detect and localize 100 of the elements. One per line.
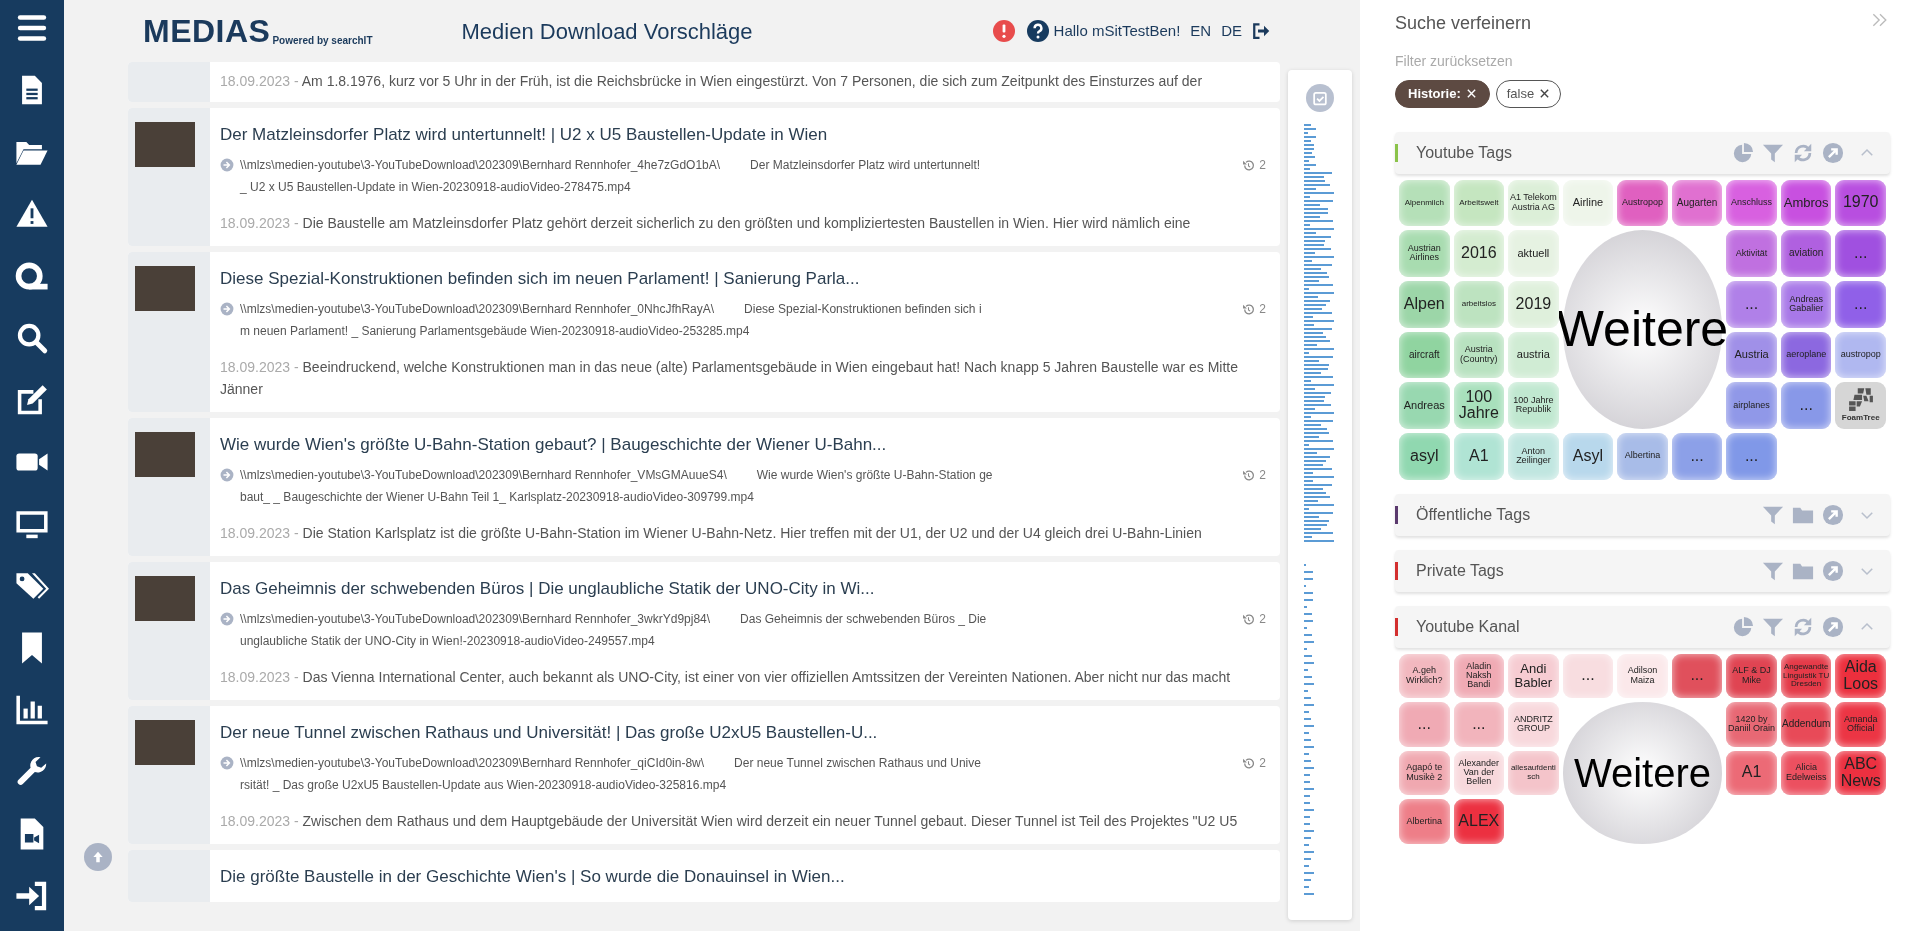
tag-tile[interactable]: 100 Jahre: [1453, 382, 1505, 429]
tag-tile[interactable]: ...: [1835, 280, 1886, 328]
section-header[interactable]: Öffentliche Tags: [1395, 493, 1890, 536]
tag-tile[interactable]: A.geh Wirklich?: [1399, 653, 1450, 698]
tag-tile[interactable]: ...: [1780, 382, 1832, 429]
tag-tile[interactable]: 2019: [1508, 280, 1559, 328]
tag-tile[interactable]: Asyl: [1562, 432, 1614, 480]
tag-tile[interactable]: Andreas: [1399, 382, 1450, 429]
tag-tile[interactable]: ...: [1726, 280, 1777, 328]
tag-tile[interactable]: Aida Loos: [1835, 653, 1886, 698]
tag-tile[interactable]: Austria (Country): [1453, 331, 1505, 379]
result-card[interactable]: Die größte Baustelle in der Geschichte Wien's | So wurde die Donauinsel in Wien...: [128, 850, 1280, 902]
tag-tile[interactable]: Alexander Van der Bellen: [1453, 750, 1505, 795]
arrow-circle-icon[interactable]: [220, 302, 234, 316]
tag-tile[interactable]: 1420 by Daniil Orain: [1726, 702, 1777, 747]
arrow-circle-icon[interactable]: [1822, 559, 1844, 582]
tag-tile[interactable]: Augarten: [1671, 179, 1723, 227]
edit-icon[interactable]: [15, 383, 49, 417]
tag-tile[interactable]: Austrian Airlines: [1399, 230, 1450, 277]
tag-tile[interactable]: Ambros: [1780, 179, 1832, 227]
tag-tile[interactable]: arbeitslos: [1453, 280, 1505, 328]
tag-tile[interactable]: ...: [1726, 432, 1777, 480]
tag-tile[interactable]: aeroplane: [1780, 331, 1832, 379]
result-card[interactable]: [128, 562, 1280, 700]
tag-tile[interactable]: Addendum: [1780, 702, 1832, 747]
tag-tile[interactable]: Airline: [1562, 179, 1614, 227]
calendar-check-icon[interactable]: [1306, 84, 1334, 112]
tag-tile[interactable]: 2016: [1453, 230, 1505, 277]
result-title[interactable]: Das Geheimnis der schwebenden Büros | Die unglaubliche Statik der UNO-City in Wi...: [220, 576, 1266, 602]
tag-tile[interactable]: ...: [1671, 653, 1723, 698]
tag-tile[interactable]: Adilson Maiza: [1617, 653, 1668, 698]
tag-tile[interactable]: ANDRITZ GROUP: [1508, 702, 1559, 747]
tag-tile[interactable]: ALF & DJ Mike: [1726, 653, 1777, 698]
tag-tile[interactable]: Albertina: [1399, 799, 1450, 844]
section-header[interactable]: Private Tags: [1395, 549, 1890, 592]
pie-chart-icon[interactable]: [1732, 615, 1754, 638]
result-card[interactable]: 18.09.2023 - Am 1.8.1976, kurz vor 5 Uhr in der Früh, ist die Reichsbrücke in Wien eingestürzt. Von 7 Personen, die sich zum Zeitpunkt des Einsturzes auf der: [128, 62, 1280, 102]
tag-tile[interactable]: ALEX: [1453, 799, 1505, 844]
arrow-circle-icon[interactable]: [220, 612, 234, 626]
tag-tile[interactable]: Albertina: [1617, 432, 1668, 480]
arrow-circle-icon[interactable]: [1822, 503, 1844, 526]
tag-tile[interactable]: Alpenmilch: [1399, 179, 1450, 227]
tag-tile[interactable]: aircraft: [1399, 331, 1450, 379]
tag-tile[interactable]: ...: [1835, 230, 1886, 277]
tag-tile[interactable]: Arbeitswelt: [1453, 179, 1505, 227]
arrow-circle-icon[interactable]: [220, 468, 234, 482]
tag-tile[interactable]: Austropop: [1617, 179, 1668, 227]
tag-tile[interactable]: aviation: [1780, 230, 1832, 277]
tag-tile[interactable]: Austria: [1726, 331, 1777, 379]
tag-tile[interactable]: ...: [1562, 653, 1614, 698]
logout-icon[interactable]: [1252, 22, 1270, 40]
tag-tile[interactable]: Aladin Naksh Bandi: [1453, 653, 1505, 698]
tag-tile[interactable]: asyl: [1399, 432, 1450, 480]
alert-icon[interactable]: [991, 19, 1016, 43]
tag-tile[interactable]: Anton Zeilinger: [1508, 432, 1559, 480]
tag-tile[interactable]: ...: [1399, 702, 1450, 747]
tag-tile[interactable]: Andreas Gabalier: [1780, 280, 1832, 328]
arrow-circle-icon[interactable]: [220, 756, 234, 770]
arrow-circle-icon[interactable]: [1822, 615, 1844, 638]
tag-tile[interactable]: ...: [1453, 702, 1505, 747]
result-title[interactable]: Der Matzleinsdorfer Platz wird untertunnelt! | U2 x U5 Baustellen-Update in Wien: [220, 122, 1266, 148]
tag-tile[interactable]: Anschluss: [1726, 179, 1777, 227]
more-tags-tile[interactable]: Weitere: [1562, 702, 1723, 844]
result-card[interactable]: [128, 108, 1280, 246]
tag-tile[interactable]: Amanda Official: [1835, 702, 1886, 747]
language-link[interactable]: DE: [1221, 19, 1242, 43]
bar-chart-icon[interactable]: [15, 693, 49, 727]
tag-tile[interactable]: aktuell: [1508, 230, 1559, 277]
result-title[interactable]: Wie wurde Wien's größte U-Bahn-Station gebaut? | Baugeschichte der Wiener U-Bahn...: [220, 432, 1266, 458]
arrow-circle-icon[interactable]: [1822, 141, 1844, 164]
result-card[interactable]: [128, 252, 1280, 412]
tag-tile[interactable]: Alicia Edelweiss: [1780, 750, 1832, 795]
tag-tile[interactable]: Agapó te Musikè 2: [1399, 750, 1450, 795]
tag-tile[interactable]: ABC News: [1835, 750, 1886, 795]
result-title[interactable]: Diese Spezial-Konstruktionen befinden sich im neuen Parlament! | Sanierung Parla...: [220, 266, 1266, 292]
tag-tile[interactable]: 100 Jahre Republik: [1508, 382, 1559, 429]
tag-tile[interactable]: austria: [1508, 331, 1559, 379]
help-icon[interactable]: [1025, 19, 1050, 43]
tag-tile[interactable]: allesaufdentisch: [1508, 750, 1559, 795]
tag-tile[interactable]: Andi Babler: [1508, 653, 1559, 698]
tag-tile[interactable]: airplanes: [1726, 382, 1777, 429]
tag-tile[interactable]: Alpen: [1399, 280, 1450, 328]
tag-tile[interactable]: A1: [1453, 432, 1505, 480]
filter-chip[interactable]: false: [1495, 80, 1562, 108]
sign-in-icon[interactable]: [15, 879, 49, 913]
pie-chart-icon[interactable]: [1732, 141, 1754, 164]
filter-chip[interactable]: Historie:: [1395, 80, 1490, 108]
tag-tile[interactable]: austropop: [1835, 331, 1886, 379]
section-header[interactable]: Youtube Tags: [1395, 131, 1890, 174]
tag-tile[interactable]: A1: [1726, 750, 1777, 795]
result-title[interactable]: Der neue Tunnel zwischen Rathaus und Universität! | Das große U2xU5 Baustellen-U...: [220, 720, 1266, 746]
arrow-circle-icon[interactable]: [220, 158, 234, 172]
section-header[interactable]: Youtube Kanal: [1395, 605, 1890, 648]
result-title[interactable]: Die größte Baustelle in der Geschichte Wien's | So wurde die Donauinsel in Wien...: [220, 864, 1266, 890]
tag-tile[interactable]: ...: [1671, 432, 1723, 480]
tag-tile[interactable]: 1970: [1835, 179, 1886, 227]
tag-tile[interactable]: A1 Telekom Austria AG: [1508, 179, 1559, 227]
tag-tile[interactable]: Angewandte Linguistik TU Dresden: [1780, 653, 1832, 698]
language-link[interactable]: EN: [1190, 19, 1212, 43]
result-card[interactable]: [128, 418, 1280, 556]
